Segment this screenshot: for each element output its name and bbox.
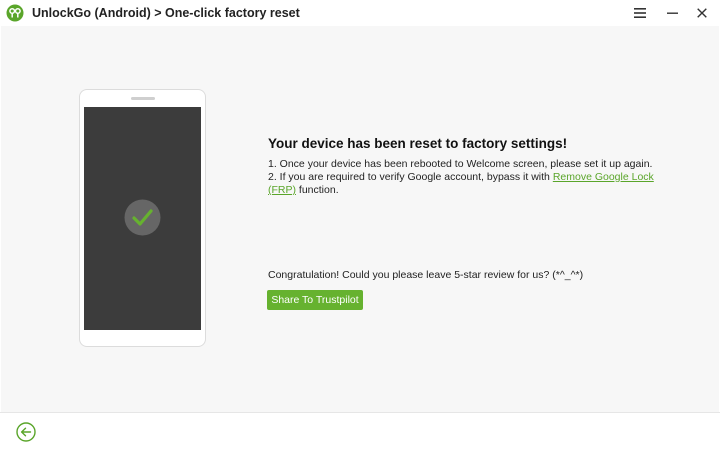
remove-google-lock-link[interactable]: Remove Google Lock [553, 171, 654, 183]
close-button[interactable] [692, 3, 712, 23]
minimize-icon [666, 12, 678, 14]
review-request-text: Congratulation! Could you please leave 5… [268, 269, 584, 281]
unlockgo-logo-icon [6, 4, 24, 22]
share-to-trustpilot-button[interactable]: Share To Trustpilot [267, 290, 363, 310]
instruction-step-2: 2. If you are required to verify Google … [268, 171, 654, 184]
minimize-button[interactable] [662, 3, 682, 23]
window-title: UnlockGo (Android) > One-click factory r… [32, 6, 300, 20]
phone-screen [84, 107, 201, 330]
instruction-step-1: 1. Once your device has been rebooted to… [268, 158, 653, 170]
result-heading: Your device has been reset to factory se… [268, 136, 568, 151]
phone-speaker [131, 97, 155, 100]
main-content [1, 26, 719, 412]
instruction-step-2-continued: (FRP) function. [268, 184, 339, 197]
menu-button[interactable] [630, 3, 650, 23]
title-bar: UnlockGo (Android) > One-click factory r… [0, 0, 720, 26]
hamburger-menu-icon [634, 8, 646, 18]
instruction-step-2-text: 2. If you are required to verify Google … [268, 171, 553, 183]
phone-illustration [79, 89, 206, 347]
close-icon [697, 8, 707, 18]
footer-bar [0, 412, 720, 450]
instruction-step-2-suffix: function. [296, 184, 339, 196]
success-check-icon [124, 199, 161, 236]
back-arrow-icon[interactable] [16, 422, 36, 442]
frp-link[interactable]: (FRP) [268, 184, 296, 196]
